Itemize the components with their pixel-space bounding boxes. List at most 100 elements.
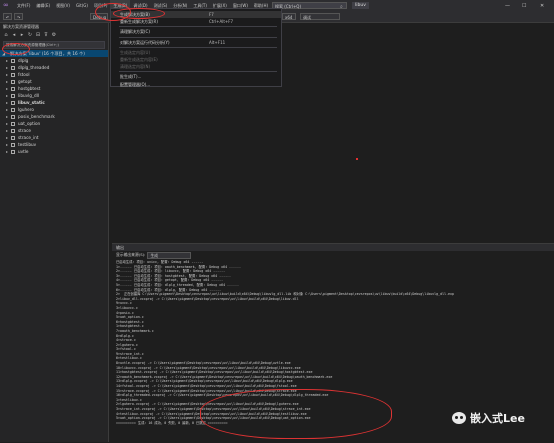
project-label: libuv_static <box>18 100 45 105</box>
redo-icon[interactable]: ↷ <box>14 13 23 20</box>
filter-icon[interactable]: ⊽ <box>43 32 49 38</box>
project-node[interactable]: ▸ dlplg <box>0 57 108 64</box>
project-node[interactable]: ▸ strace <box>0 127 108 134</box>
project-node[interactable]: ▸ lguhero <box>0 106 108 113</box>
debug-target-dropdown[interactable]: 调试 <box>300 13 340 20</box>
project-node[interactable]: ▸ getopt <box>0 78 108 85</box>
build-menu-item[interactable]: 重新生成解决方案(R) Ctrl+Alt+F7 <box>111 18 281 25</box>
menu-item-label: 生成选定内容(U) <box>120 49 151 55</box>
expand-arrow-icon[interactable]: ▸ <box>6 113 8 120</box>
menu-item[interactable]: 文件(F) <box>14 0 33 11</box>
project-node[interactable]: ▸ testlibuv <box>0 141 108 148</box>
project-icon <box>11 121 15 126</box>
project-label: fstool <box>18 72 30 77</box>
expand-arrow-icon[interactable]: ▸ <box>6 71 8 78</box>
menu-separator <box>119 46 277 48</box>
search-input[interactable]: 搜索 (Ctrl+Q) <box>272 2 347 9</box>
expand-arrow-icon[interactable]: ▸ <box>6 85 8 92</box>
project-node[interactable]: ▸ strace_int <box>0 134 108 141</box>
menu-item-label: 重新生成选定内容(E) <box>120 57 158 62</box>
project-label: dlplg <box>18 58 29 63</box>
panel-title: 解决方案资源管理器 <box>3 24 39 29</box>
project-label: posix_benchmark <box>18 114 55 119</box>
menu-item[interactable]: 编辑(E) <box>33 0 53 11</box>
wechat-icon <box>452 412 466 424</box>
expand-arrow-icon[interactable]: ▸ <box>6 92 8 99</box>
home-icon[interactable]: ⌂ <box>3 32 9 38</box>
refresh-icon[interactable]: ↻ <box>27 32 33 38</box>
project-icon <box>11 100 15 105</box>
project-label: testlibuv <box>18 142 37 147</box>
build-menu-item[interactable]: 重新生成选定内容(E) <box>111 56 281 63</box>
menu-item-label: 清理解决方案(C) <box>120 29 150 35</box>
expand-arrow-icon[interactable]: ▸ <box>6 148 8 155</box>
project-node[interactable]: ▸ posix_benchmark <box>0 113 108 120</box>
project-icon <box>11 93 15 98</box>
collapse-icon[interactable]: ⊟ <box>35 32 41 38</box>
menu-separator <box>119 26 277 28</box>
app-name: libuv <box>352 2 369 9</box>
project-label: hostgbtest <box>18 86 41 91</box>
menu-item-shortcut: F7 <box>209 12 214 17</box>
expand-arrow-icon[interactable]: ▸ <box>6 57 8 64</box>
project-icon <box>11 142 15 147</box>
project-icon <box>11 65 15 70</box>
project-node[interactable]: ▸ libuv_static <box>0 99 108 106</box>
forward-icon[interactable]: ▸ <box>19 32 25 38</box>
project-icon <box>11 86 15 91</box>
project-tree: ◢ 解决方案 'libuv' (16 个项目，共 16 个) ▸ dlplg ▸ dl… <box>0 50 108 155</box>
explorer-toolbar: ⌂ ◂ ▸ ↻ ⊟ ⊽ ⚙ <box>0 32 108 39</box>
expand-arrow-icon[interactable]: ▸ <box>6 134 8 141</box>
project-label: uvtle <box>18 149 29 154</box>
output-title: 输出 <box>112 244 554 251</box>
project-icon <box>11 58 15 63</box>
expand-arrow-icon[interactable]: ▸ <box>6 78 8 85</box>
project-label: uat_option <box>18 121 41 126</box>
build-menu-item[interactable]: 配置管理器(O)... <box>111 81 281 88</box>
build-menu-item[interactable]: 生成选定内容(U) <box>111 49 281 56</box>
project-icon <box>11 128 15 133</box>
project-label: strace_int <box>18 135 39 140</box>
menu-item-label: 对解决方案运行代码分析(Y) <box>120 39 170 45</box>
menu-item-label: 配置管理器(O)... <box>120 81 151 87</box>
menu-separator <box>119 71 277 73</box>
expand-arrow-icon[interactable]: ▸ <box>6 106 8 113</box>
expand-arrow-icon[interactable]: ▸ <box>6 141 8 148</box>
build-menu-item[interactable]: 清理解决方案(C) <box>111 28 281 35</box>
settings-icon[interactable]: ⚙ <box>51 32 57 38</box>
solution-explorer: 解决方案资源管理器 ⌂ ◂ ▸ ↻ ⊟ ⊽ ⚙ 搜索解决方案资源管理器(Ctrl+;) ◢ … <box>0 23 109 442</box>
undo-icon[interactable]: ↶ <box>3 13 12 20</box>
project-label: getopt <box>18 79 32 84</box>
menu-item-shortcut: Alt+F11 <box>209 39 226 45</box>
project-node[interactable]: ▸ dlplg_threaded <box>0 64 108 71</box>
output-source-label: 显示输出来源(S): <box>116 252 146 257</box>
project-node[interactable]: ▸ uat_option <box>0 120 108 127</box>
project-icon <box>11 135 15 140</box>
build-menu-item[interactable]: 批生成(T)... <box>111 73 281 80</box>
project-label: libuvlg_dll <box>18 93 40 98</box>
output-source-row: 显示输出来源(S): 生成 <box>112 251 554 259</box>
build-menu-item[interactable]: 清理选定内容(N) <box>111 63 281 70</box>
platform-dropdown[interactable]: x64 <box>282 13 296 20</box>
menu-item-shortcut: Ctrl+Alt+F7 <box>209 19 234 25</box>
expand-arrow-icon[interactable]: ▸ <box>6 99 8 106</box>
annotation-circle <box>113 8 165 19</box>
build-menu-item[interactable]: 对解决方案运行代码分析(Y) Alt+F11 <box>111 39 281 46</box>
menu-item-label: 批生成(T)... <box>120 74 142 80</box>
project-node[interactable]: ▸ hostgbtest <box>0 85 108 92</box>
project-node[interactable]: ▸ uvtle <box>0 148 108 155</box>
menu-item[interactable]: 视图(V) <box>53 0 73 11</box>
project-node[interactable]: ▸ fstool <box>0 71 108 78</box>
menu-item-label: 重新生成解决方案(R) <box>120 19 158 25</box>
menu-item[interactable]: Git(G) <box>73 0 91 11</box>
project-icon <box>11 72 15 77</box>
visual-studio-logo-icon: ∞ <box>3 1 9 9</box>
expand-arrow-icon[interactable]: ▸ <box>6 127 8 134</box>
back-icon[interactable]: ◂ <box>11 32 17 38</box>
project-node[interactable]: ▸ libuvlg_dll <box>0 92 108 99</box>
output-source-select[interactable]: 生成 <box>147 251 192 259</box>
project-label: dlplg_threaded <box>18 65 50 70</box>
project-icon <box>11 114 15 119</box>
expand-arrow-icon[interactable]: ▸ <box>6 64 8 71</box>
expand-arrow-icon[interactable]: ▸ <box>6 120 8 127</box>
